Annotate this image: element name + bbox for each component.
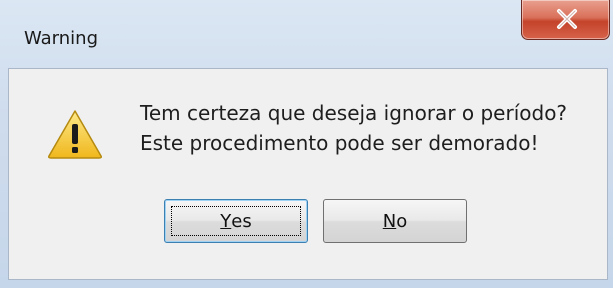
no-mnemonic: N — [382, 210, 397, 232]
message-line-2: Este procedimento pode ser demorado! — [140, 131, 539, 155]
dialog-window: Warning Tem certeza que deseja ignorar o… — [0, 0, 613, 288]
message-line-1: Tem certeza que deseja ignorar o período… — [140, 101, 568, 125]
focus-ring — [171, 206, 301, 236]
dialog-body: Tem certeza que deseja ignorar o período… — [8, 68, 608, 280]
window-title: Warning — [24, 28, 99, 49]
close-button[interactable] — [521, 0, 610, 40]
no-label: o — [396, 210, 408, 232]
title-bar[interactable]: Warning — [0, 0, 613, 70]
close-x-icon — [557, 9, 577, 29]
no-button[interactable]: No — [323, 199, 467, 243]
yes-button[interactable]: Yes — [164, 199, 308, 243]
dialog-message: Tem certeza que deseja ignorar o período… — [140, 98, 567, 158]
warning-triangle-icon — [48, 110, 102, 159]
